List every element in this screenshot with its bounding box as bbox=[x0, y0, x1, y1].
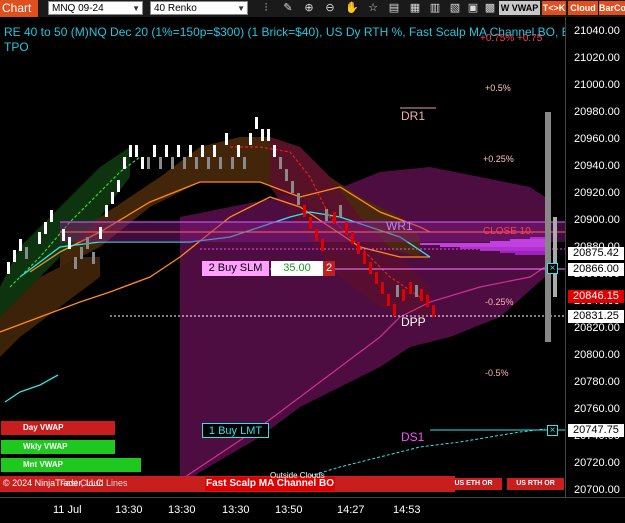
pencil-icon[interactable]: ✎ bbox=[281, 1, 295, 15]
buy-stop-order-label[interactable]: 2 Buy SLM bbox=[202, 261, 269, 276]
time-tick: 11 Jul bbox=[53, 504, 82, 516]
price-tick: 20920.00 bbox=[574, 187, 620, 199]
dpp-label: DPP bbox=[401, 315, 426, 329]
tk-toggle-button[interactable]: T<>K bbox=[542, 1, 566, 15]
price-label-limit: 20747.75 bbox=[568, 424, 624, 437]
dr1-label: DR1 bbox=[401, 109, 426, 123]
price-label-upper: 20875.42 bbox=[568, 247, 624, 260]
price-tick: 21040.00 bbox=[574, 25, 620, 37]
time-axis[interactable]: 11 Jul 13:30 13:30 13:30 13:50 14:27 14:… bbox=[0, 497, 625, 523]
chevron-down-icon: ▼ bbox=[237, 4, 245, 13]
properties-icon[interactable]: ▤ bbox=[387, 1, 401, 15]
chart-tab[interactable]: Chart bbox=[0, 0, 38, 17]
hand-icon[interactable]: ✋ bbox=[345, 1, 359, 15]
chart-trader-icon[interactable]: ▧ bbox=[448, 1, 462, 15]
screenshot-icon[interactable]: ▣ bbox=[466, 1, 480, 15]
price-tick: 20900.00 bbox=[574, 214, 620, 226]
star-icon[interactable]: ☆ bbox=[366, 1, 380, 15]
level-minus-05: -0.5% bbox=[485, 368, 509, 378]
buy-limit-order-label[interactable]: 1 Buy LMT bbox=[202, 423, 269, 438]
close-label: CLOSE 10. bbox=[483, 226, 534, 237]
us-eth-or-button[interactable]: US ETH OR bbox=[445, 478, 502, 490]
bar-style-icon[interactable]: ⫶ bbox=[259, 1, 273, 15]
price-axis[interactable]: 21040.00 21020.00 21000.00 20980.00 2096… bbox=[565, 17, 625, 497]
zoom-out-icon[interactable]: ⊖ bbox=[323, 1, 337, 15]
price-tick: 20820.00 bbox=[574, 322, 620, 334]
level-plus-05: +0.5% bbox=[485, 83, 511, 93]
barcolor-toggle-button[interactable]: BarCo bbox=[599, 1, 625, 15]
bar-type-value: 40 Renko bbox=[154, 3, 197, 14]
vwap-toggle-button[interactable]: W VWAP bbox=[499, 1, 540, 15]
price-tick: 20700.00 bbox=[574, 484, 620, 496]
time-tick: 13:30 bbox=[222, 504, 250, 516]
chart-subtitle: TPO bbox=[4, 40, 29, 54]
price-label-last: 20831.25 bbox=[568, 310, 624, 323]
price-tick: 20940.00 bbox=[574, 160, 620, 172]
time-tick: 13:30 bbox=[115, 504, 143, 516]
price-tick: 21020.00 bbox=[574, 52, 620, 64]
price-tick: 20760.00 bbox=[574, 403, 620, 415]
outside-clouds-label: Outside Clouds bbox=[270, 471, 325, 480]
us-rth-or-button[interactable]: US RTH OR bbox=[507, 478, 564, 490]
time-tick: 13:50 bbox=[275, 504, 303, 516]
strategy-icon[interactable]: ▥ bbox=[428, 1, 442, 15]
cloud-toggle-button[interactable]: Cloud bbox=[568, 1, 598, 15]
grid-icon[interactable]: ▩ bbox=[483, 1, 497, 15]
price-tick: 20800.00 bbox=[574, 349, 620, 361]
buy-stop-order-price[interactable]: 35.00 bbox=[271, 261, 323, 276]
time-tick: 14:27 bbox=[337, 504, 365, 516]
instrument-selector[interactable]: MNQ 09-24 ▼ bbox=[48, 1, 143, 15]
monthly-vwap-button[interactable]: Mnt VWAP bbox=[1, 458, 141, 472]
top-level-label: +0.75% +0.75 bbox=[480, 33, 543, 44]
level-plus-025: +0.25% bbox=[483, 154, 514, 164]
zoom-in-icon[interactable]: ⊕ bbox=[302, 1, 316, 15]
chevron-down-icon: ▼ bbox=[132, 4, 140, 13]
price-tick: 20980.00 bbox=[574, 106, 620, 118]
price-tick: 20720.00 bbox=[574, 457, 620, 469]
time-tick: 13:30 bbox=[168, 504, 196, 516]
price-label-red: 20846.15 bbox=[568, 290, 624, 303]
price-tick: 20960.00 bbox=[574, 133, 620, 145]
level-minus-025: -0.25% bbox=[485, 297, 514, 307]
template-icon[interactable]: ▦ bbox=[408, 1, 422, 15]
bar-type-selector[interactable]: 40 Renko ▼ bbox=[150, 1, 248, 15]
price-tick: 21000.00 bbox=[574, 79, 620, 91]
price-tick: 20780.00 bbox=[574, 376, 620, 388]
close-icon[interactable]: × bbox=[547, 263, 558, 274]
close-icon[interactable]: × bbox=[547, 425, 558, 436]
buy-stop-order-qty[interactable]: 2 bbox=[323, 261, 335, 276]
day-vwap-button[interactable]: Day VWAP bbox=[1, 421, 115, 435]
cyan-small bbox=[4, 374, 59, 403]
instrument-value: MNQ 09-24 bbox=[52, 3, 104, 14]
ds1-label: DS1 bbox=[401, 430, 425, 444]
time-tick: 14:53 bbox=[393, 504, 421, 516]
fast-cloud-lines-label: Fast Cloud Lines bbox=[60, 478, 128, 488]
price-label-order: 20866.00 bbox=[568, 263, 624, 276]
weekly-vwap-button[interactable]: Wkly VWAP bbox=[1, 440, 115, 454]
toolbar: Chart MNQ 09-24 ▼ 40 Renko ▼ ⫶ ✎ ⊕ ⊖ ✋ ☆ ▤… bbox=[0, 0, 625, 17]
wr1-label: WR1 bbox=[386, 219, 413, 233]
